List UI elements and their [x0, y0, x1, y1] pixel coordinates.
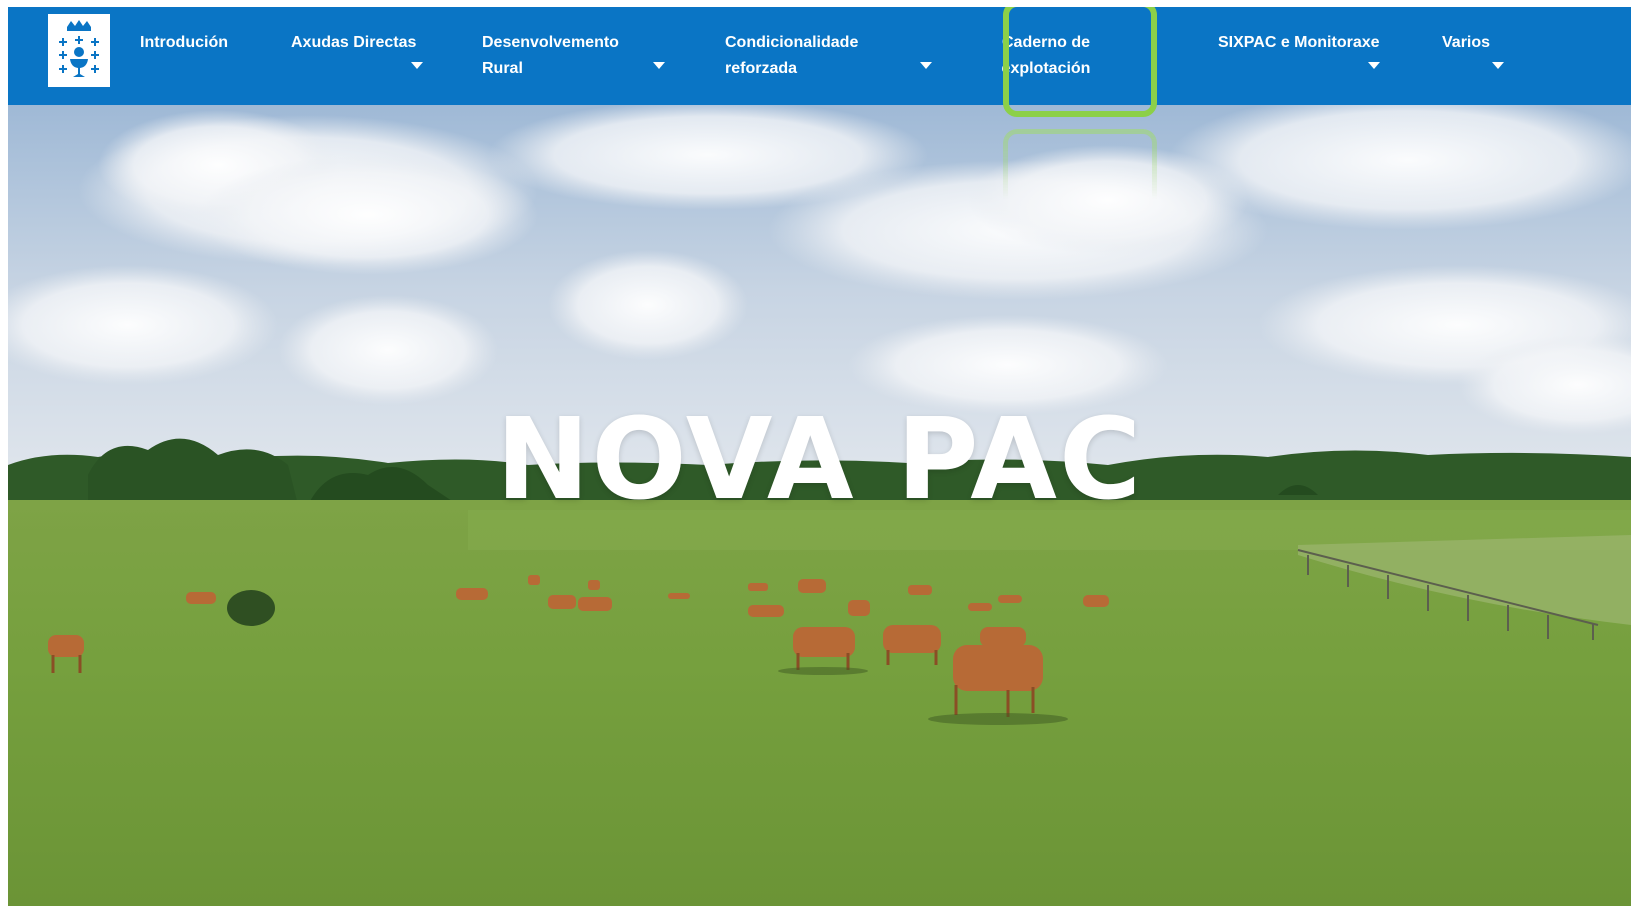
caret-down-icon[interactable]: [1368, 62, 1380, 69]
caret-down-icon[interactable]: [920, 62, 932, 69]
caret-down-icon[interactable]: [411, 62, 423, 69]
nav-caderno-de-explotacion-label: Caderno de explotación: [1001, 34, 1091, 77]
nav-desenvolvemento-rural-label: Desenvolvemento Rural: [482, 34, 619, 77]
main-navigation: Introdución Axudas Directas Desenvolveme…: [8, 7, 1631, 105]
nav-sixpac-e-monitoraxe[interactable]: SIXPAC e Monitoraxe: [1218, 30, 1380, 56]
hero-banner: NOVA PAC: [8, 105, 1631, 906]
caret-down-icon[interactable]: [653, 62, 665, 69]
nav-introducion-label: Introdución: [140, 34, 228, 51]
hero-title: NOVA PAC: [495, 395, 1144, 525]
nav-axudas-directas-label: Axudas Directas: [291, 34, 417, 51]
nav-caderno-de-explotacion[interactable]: Caderno de explotación: [992, 30, 1100, 82]
nav-introducion[interactable]: Introdución: [140, 30, 228, 56]
caret-down-icon[interactable]: [1492, 62, 1504, 69]
nav-varios[interactable]: Varios: [1442, 30, 1490, 56]
nav-condicionalidade-reforzada-label: Condicionalidade reforzada: [725, 34, 859, 77]
nav-axudas-directas[interactable]: Axudas Directas: [291, 30, 416, 56]
page-frame: Introdución Axudas Directas Desenvolveme…: [8, 7, 1631, 906]
site-logo[interactable]: [48, 14, 110, 87]
nav-sixpac-e-monitoraxe-label: SIXPAC e Monitoraxe: [1218, 34, 1380, 51]
nav-varios-label: Varios: [1442, 34, 1491, 51]
galicia-emblem-icon: [59, 19, 99, 77]
nav-desenvolvemento-rural[interactable]: Desenvolvemento Rural: [482, 30, 619, 82]
nav-condicionalidade-reforzada[interactable]: Condicionalidade reforzada: [725, 30, 858, 82]
